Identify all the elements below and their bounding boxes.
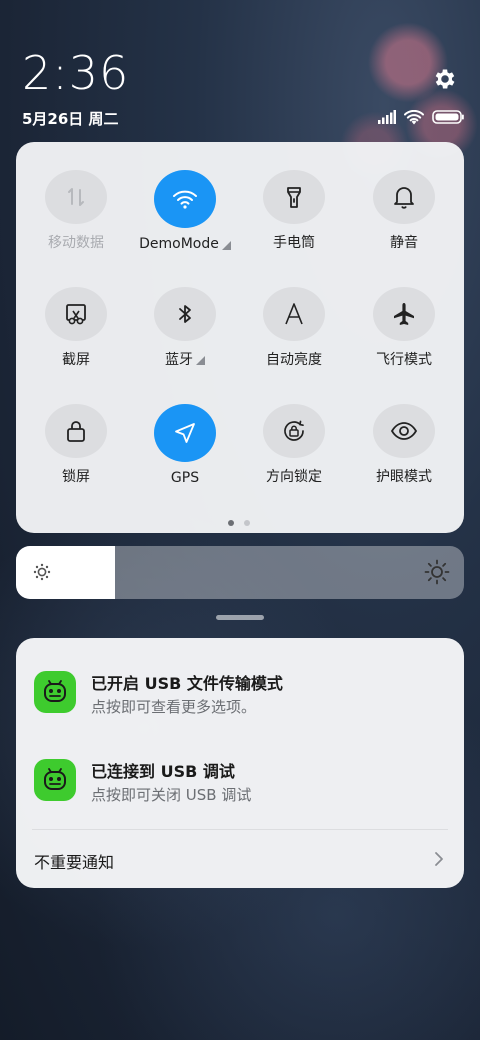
tile-silent[interactable]: 静音 <box>349 142 459 252</box>
expand-triangle-icon[interactable] <box>196 356 205 365</box>
tile-screenshot[interactable]: 截屏 <box>21 259 131 369</box>
wifi-icon <box>404 109 424 124</box>
flashlight-icon <box>263 170 325 224</box>
notification-title: 已开启 USB 文件传输模式 <box>91 674 283 693</box>
brightness-high-icon <box>424 559 450 585</box>
status-icons <box>378 108 464 126</box>
rotation-lock-icon <box>263 404 325 458</box>
battery-icon <box>432 110 464 124</box>
notification-card: 已开启 USB 文件传输模式 点按即可查看更多选项。 已连接到 USB 调试 点… <box>16 638 464 888</box>
mobile-data-icon <box>45 170 107 224</box>
bluetooth-icon <box>154 287 216 341</box>
tile-label: 蓝牙 <box>165 352 193 368</box>
clock: 2:36 <box>22 46 130 100</box>
tile-label: 方向锁定 <box>266 469 322 485</box>
brightness-fill <box>16 546 115 599</box>
date: 5月26日 周二 <box>22 110 119 128</box>
screenshot-icon <box>45 287 107 341</box>
signal-icon <box>378 110 396 124</box>
drag-handle[interactable] <box>216 615 264 620</box>
auto-brightness-icon <box>263 287 325 341</box>
chevron-right-icon <box>435 852 443 866</box>
quick-settings-panel: 移动数据 DemoMode 手电筒 静音 截屏 蓝牙 自动亮度 飞行模式 锁屏 … <box>16 142 464 533</box>
tile-label: GPS <box>170 470 200 486</box>
android-icon <box>34 759 76 801</box>
gear-icon[interactable] <box>432 66 458 92</box>
unimportant-notifications-row[interactable]: 不重要通知 <box>16 838 464 882</box>
tile-bluetooth[interactable]: 蓝牙 <box>130 259 240 369</box>
brightness-slider[interactable] <box>16 546 464 599</box>
location-arrow-icon <box>154 404 216 462</box>
tile-eye-care[interactable]: 护眼模式 <box>349 376 459 486</box>
expand-triangle-icon[interactable] <box>221 241 231 250</box>
notification-body: 点按即可查看更多选项。 <box>91 698 257 716</box>
tile-lock-screen[interactable]: 锁屏 <box>21 376 131 486</box>
unimportant-notifications-label: 不重要通知 <box>34 853 115 872</box>
tile-label: 护眼模式 <box>376 469 432 485</box>
airplane-icon <box>373 287 435 341</box>
page-indicator[interactable] <box>228 520 250 526</box>
divider <box>32 829 448 830</box>
tile-label: 锁屏 <box>62 469 90 485</box>
eye-icon <box>373 404 435 458</box>
tile-label: DemoMode <box>139 236 219 252</box>
tile-flashlight[interactable]: 手电筒 <box>239 142 349 252</box>
tile-mobile-data[interactable]: 移动数据 <box>21 142 131 252</box>
tile-auto-brightness[interactable]: 自动亮度 <box>239 259 349 369</box>
page-dot-1[interactable] <box>228 520 234 526</box>
tile-gps[interactable]: GPS <box>130 376 240 486</box>
bell-icon <box>373 170 435 224</box>
tile-label: 手电筒 <box>273 235 315 251</box>
tile-wifi-demomode[interactable]: DemoMode <box>130 142 240 252</box>
tile-label: 自动亮度 <box>266 352 322 368</box>
notification-title: 已连接到 USB 调试 <box>91 762 235 781</box>
tile-label: 静音 <box>390 235 418 251</box>
tile-label: 飞行模式 <box>376 352 432 368</box>
lock-icon <box>45 404 107 458</box>
tile-airplane-mode[interactable]: 飞行模式 <box>349 259 459 369</box>
notification-usb-file-transfer[interactable]: 已开启 USB 文件传输模式 点按即可查看更多选项。 <box>16 638 464 716</box>
tile-label: 截屏 <box>62 352 90 368</box>
wifi-icon <box>154 170 216 228</box>
page-dot-2[interactable] <box>244 520 250 526</box>
tile-label: 移动数据 <box>48 235 104 251</box>
notification-usb-debugging[interactable]: 已连接到 USB 调试 点按即可关闭 USB 调试 <box>16 726 464 804</box>
notification-body: 点按即可关闭 USB 调试 <box>91 786 252 804</box>
tile-rotation-lock[interactable]: 方向锁定 <box>239 376 349 486</box>
android-icon <box>34 671 76 713</box>
brightness-low-icon <box>33 563 51 581</box>
